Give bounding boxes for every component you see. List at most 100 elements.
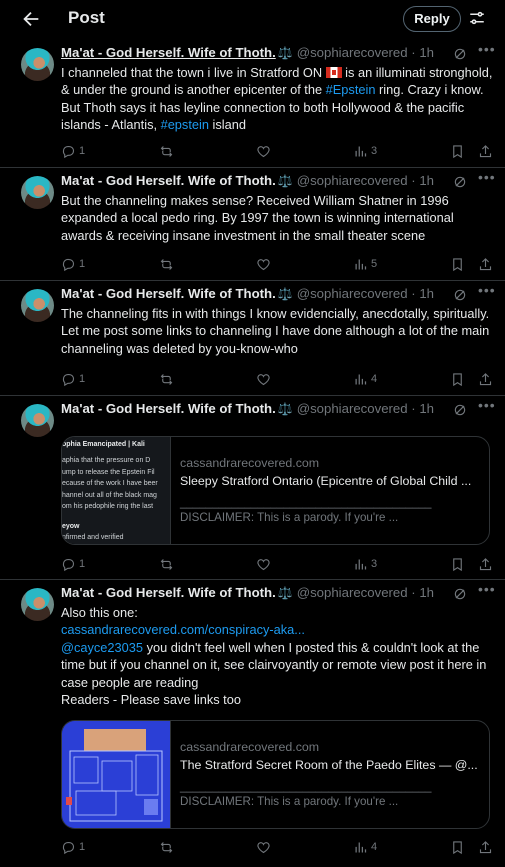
grok-icon[interactable] [453,288,467,302]
grok-icon[interactable] [453,175,467,189]
tweet[interactable]: Ma'at - God Herself. Wife of Thoth. ⚖️ @so… [0,40,505,168]
hashtag-link[interactable]: #epstein [161,117,209,132]
like-action[interactable] [256,371,274,387]
card-title: The Stratford Secret Room of the Paedo E… [180,758,478,772]
reply-button[interactable]: Reply [403,6,461,32]
share-action[interactable] [478,839,493,855]
action-bar: 1 3 [61,143,495,161]
author-handle[interactable]: @sophiarecovered [297,401,408,416]
tweet-header: Ma'at - God Herself. Wife of Thoth. ⚖️ @so… [61,401,435,416]
like-action[interactable] [256,143,274,159]
timestamp[interactable]: 1h [419,45,434,60]
author-name[interactable]: Ma'at - God Herself. Wife of Thoth. [61,585,276,600]
scales-badge-icon: ⚖️ [277,402,293,416]
hashtag-link[interactable]: #Epstein [326,82,376,97]
avatar[interactable] [21,48,54,81]
grok-icon[interactable] [453,587,467,601]
like-icon [257,258,270,270]
author-name[interactable]: Ma'at - God Herself. Wife of Thoth. [61,401,276,416]
views-action[interactable]: 5 [353,256,377,272]
bookmark-action[interactable] [450,556,465,572]
more-icon[interactable]: ••• [478,283,495,301]
share-action[interactable] [478,556,493,572]
back-arrow-icon[interactable] [20,8,42,30]
share-icon [479,372,492,385]
repost-icon [160,373,173,385]
bookmark-icon [453,557,462,571]
bookmark-action[interactable] [450,839,465,855]
author-handle[interactable]: @sophiarecovered [297,173,408,188]
more-icon[interactable]: ••• [478,170,495,188]
repost-action[interactable] [159,143,177,159]
author-handle[interactable]: @sophiarecovered [297,286,408,301]
tune-icon[interactable] [468,9,486,27]
page-title: Post [68,8,105,27]
scales-badge-icon: ⚖️ [277,174,293,188]
more-icon[interactable]: ••• [478,582,495,600]
scales-badge-icon: ⚖️ [277,287,293,301]
views-action[interactable]: 4 [353,371,377,387]
views-action[interactable]: 3 [353,143,377,159]
tweet[interactable]: Ma'at - God Herself. Wife of Thoth. ⚖️ @so… [0,168,505,281]
like-icon [257,373,270,385]
grok-icon[interactable] [453,403,467,417]
author-handle[interactable]: @sophiarecovered [297,585,408,600]
author-name[interactable]: Ma'at - God Herself. Wife of Thoth. [61,173,276,188]
bookmark-action[interactable] [450,371,465,387]
timestamp[interactable]: 1h [419,585,434,600]
views-icon [355,559,367,569]
views-action[interactable]: 3 [353,556,377,572]
avatar[interactable] [21,588,54,621]
tweet[interactable]: Ma'at - God Herself. Wife of Thoth. ⚖️ @so… [0,281,505,396]
repost-icon [160,145,173,157]
avatar[interactable] [21,176,54,209]
like-icon [257,841,270,853]
repost-action[interactable] [159,556,177,572]
repost-icon [160,258,173,270]
repost-action[interactable] [159,839,177,855]
reply-action[interactable]: 1 [61,556,85,572]
bookmark-action[interactable] [450,256,465,272]
more-icon[interactable]: ••• [478,398,495,416]
author-handle[interactable]: @sophiarecovered [297,45,408,60]
tweet[interactable]: Ma'at - God Herself. Wife of Thoth. ⚖️ @so… [0,396,505,580]
url-link[interactable]: cassandrarecovered.com/conspiracy-aka... [61,621,493,638]
bookmark-icon [453,257,462,271]
repost-action[interactable] [159,371,177,387]
card-thumbnail [62,721,171,828]
like-action[interactable] [256,839,274,855]
tweet-text: Also this one: cassandrarecovered.com/co… [61,604,493,708]
avatar[interactable] [21,404,54,437]
like-action[interactable] [256,556,274,572]
timestamp[interactable]: 1h [419,401,434,416]
top-bar: Post Reply [0,0,505,40]
reply-action[interactable]: 1 [61,371,85,387]
reply-action[interactable]: 1 [61,839,85,855]
author-name[interactable]: Ma'at - God Herself. Wife of Thoth. [61,45,276,60]
bookmark-icon [453,144,462,158]
author-name[interactable]: Ma'at - God Herself. Wife of Thoth. [61,286,276,301]
avatar[interactable] [21,289,54,322]
more-icon[interactable]: ••• [478,42,495,60]
share-action[interactable] [478,256,493,272]
repost-action[interactable] [159,256,177,272]
reply-action[interactable]: 1 [61,256,85,272]
views-icon [355,146,367,156]
mention-link[interactable]: @cayce23035 [61,640,143,655]
share-action[interactable] [478,143,493,159]
timestamp[interactable]: 1h [419,173,434,188]
reply-action[interactable]: 1 [61,143,85,159]
grok-icon[interactable] [453,47,467,61]
link-card[interactable]: ophia Emancipated | Kali aphia that the … [61,436,490,545]
share-action[interactable] [478,371,493,387]
tweet[interactable]: Ma'at - God Herself. Wife of Thoth. ⚖️ @so… [0,580,505,867]
views-action[interactable]: 4 [353,839,377,855]
bookmark-action[interactable] [450,143,465,159]
timestamp[interactable]: 1h [419,286,434,301]
like-action[interactable] [256,256,274,272]
link-card[interactable]: cassandrarecovered.com The Stratford Sec… [61,720,490,829]
tweet-header: Ma'at - God Herself. Wife of Thoth. ⚖️ @so… [61,286,435,301]
card-domain: cassandrarecovered.com [180,740,320,754]
canada-flag-icon [325,67,342,78]
reply-icon [62,258,75,271]
